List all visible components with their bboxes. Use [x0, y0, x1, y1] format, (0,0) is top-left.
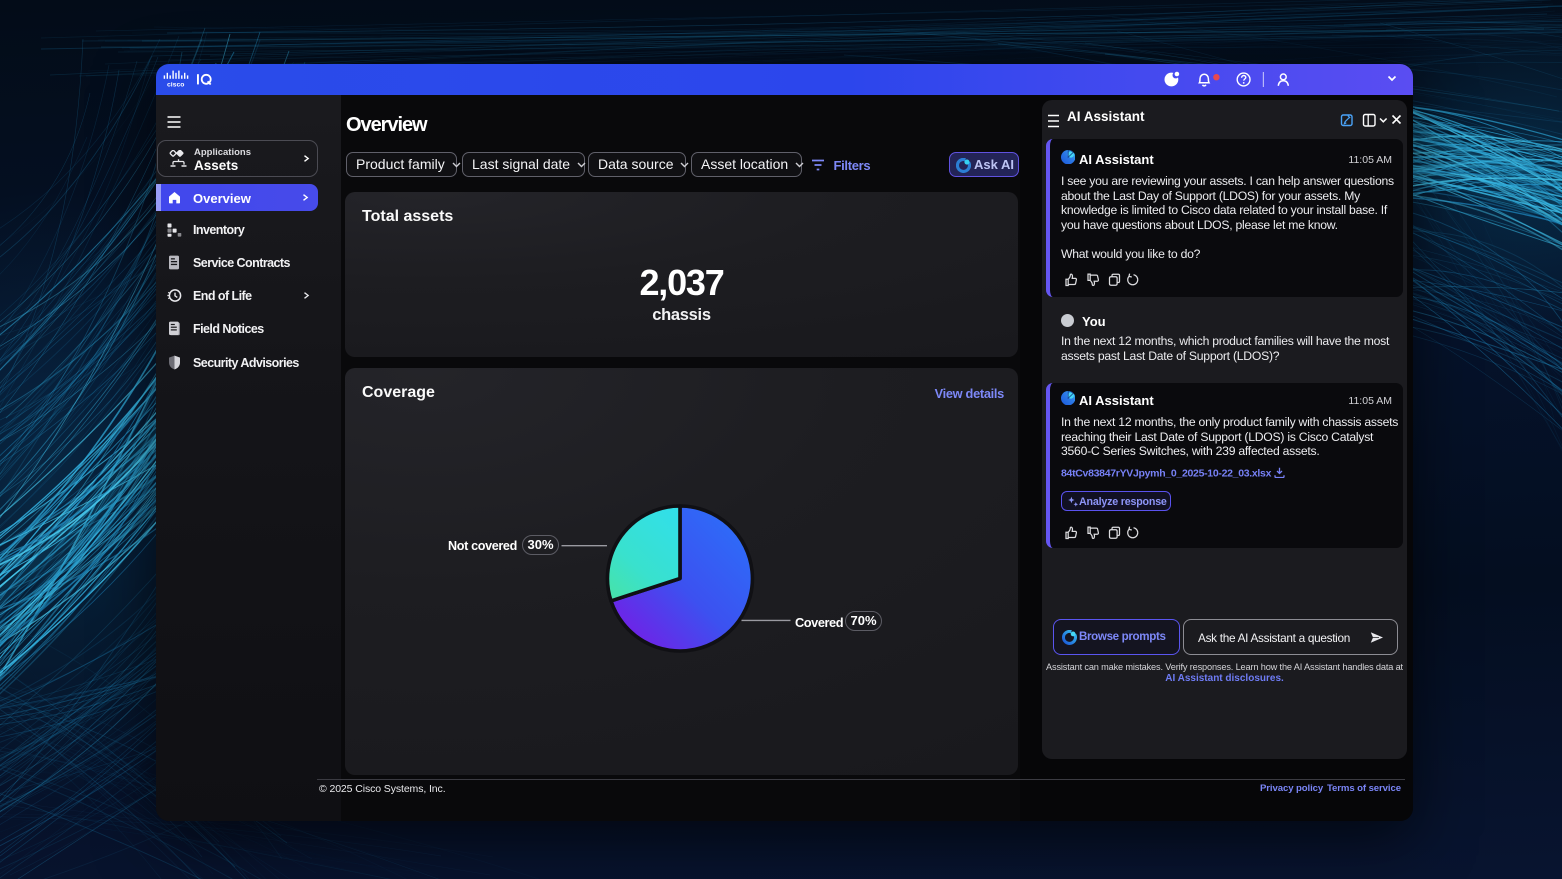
svg-text:cisco: cisco — [167, 81, 184, 88]
